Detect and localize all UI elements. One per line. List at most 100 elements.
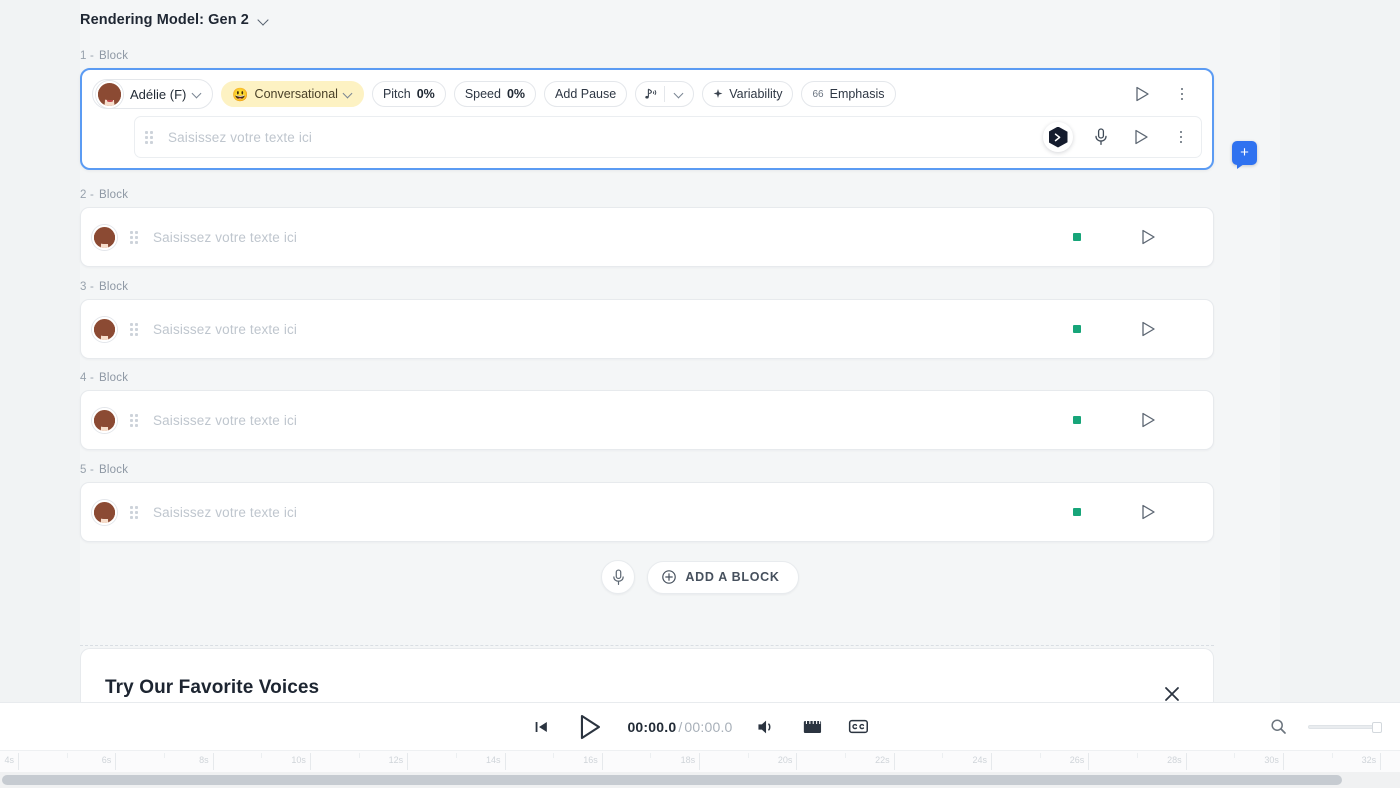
play-block-button[interactable] (1139, 411, 1157, 429)
video-preview-button[interactable] (801, 715, 825, 739)
block-4-card[interactable]: Saisissez votre texte ici (80, 390, 1214, 450)
block-2-card[interactable]: Saisissez votre texte ici (80, 207, 1214, 267)
status-badge (1073, 325, 1081, 333)
speaking-style-selector[interactable]: 😃 Conversational (221, 81, 364, 107)
ruler-label: 12s (388, 755, 404, 765)
ruler-tick (1282, 753, 1284, 770)
block-3-row[interactable]: Saisissez votre texte ici (81, 300, 1213, 358)
variability-button[interactable]: Variability (702, 81, 794, 107)
emphasis-label: Emphasis (829, 87, 885, 101)
pitch-control[interactable]: Pitch 0% (371, 81, 446, 107)
drag-handle-icon[interactable] (130, 322, 141, 336)
play-block-button[interactable] (1139, 320, 1157, 338)
block-4-text-input[interactable]: Saisissez votre texte ici (153, 413, 297, 428)
zoom-button[interactable] (1266, 715, 1290, 739)
ruler-minor-tick (747, 753, 749, 758)
add-pause-label: Add Pause (555, 87, 617, 101)
block-5-card[interactable]: Saisissez votre texte ici (80, 482, 1214, 542)
emphasis-button[interactable]: 66 Emphasis (801, 81, 896, 107)
block-5-row[interactable]: Saisissez votre texte ici (81, 483, 1213, 541)
ruler-minor-tick (66, 753, 68, 758)
block-4-row[interactable]: Saisissez votre texte ici (81, 391, 1213, 449)
block-1-text-input[interactable]: Saisissez votre texte ici (168, 130, 312, 145)
closed-captions-icon (849, 719, 869, 734)
block-2: 2 - Block Saisissez votre texte ici (80, 189, 1214, 267)
block-5-text-input[interactable]: Saisissez votre texte ici (153, 505, 297, 520)
ruler-minor-tick (942, 753, 944, 758)
drag-handle-icon[interactable] (130, 230, 141, 244)
time-display: 00:00.0/00:00.0 (627, 719, 732, 735)
ruler-tick (699, 753, 701, 770)
line-menu-button[interactable] (1169, 125, 1193, 149)
block-4-label: 4 - Block (80, 372, 129, 384)
record-voice-button[interactable] (1089, 125, 1113, 149)
block-1-label: 1 - Block (80, 50, 129, 62)
status-badge (1073, 416, 1081, 424)
play-block-button[interactable] (1139, 228, 1157, 246)
avatar (92, 224, 117, 250)
hexagon-badge-icon (1048, 126, 1068, 148)
chevron-down-icon[interactable] (344, 90, 353, 99)
play-button[interactable] (575, 712, 605, 742)
captions-button[interactable] (847, 715, 871, 739)
block-3-text-input[interactable]: Saisissez votre texte ici (153, 322, 297, 337)
pause-duration-group[interactable] (635, 81, 695, 107)
pitch-value: 0% (416, 87, 435, 101)
block-3-card[interactable]: Saisissez votre texte ici (80, 299, 1214, 359)
block-1-text-row[interactable]: Saisissez votre texte ici (134, 116, 1202, 158)
timeline-ruler[interactable]: 4s 6s 8s 10s 12s 14s 16s 18s 20s 22s 24s 26s 28s 30s 3… (0, 750, 1400, 772)
ruler-minor-tick (1039, 753, 1041, 758)
ruler-minor-tick (1234, 753, 1236, 758)
rendering-model-selector[interactable]: Rendering Model: Gen 2 (80, 12, 269, 28)
avatar (96, 80, 123, 108)
chevron-down-icon[interactable] (193, 90, 202, 99)
zoom-slider-handle[interactable] (1372, 721, 1382, 733)
add-a-block-label: ADD A BLOCK (685, 570, 780, 584)
status-badge (1073, 508, 1081, 516)
play-icon (1141, 321, 1155, 337)
speed-control[interactable]: Speed 0% (453, 81, 537, 107)
avatar (92, 499, 117, 525)
play-block-button[interactable] (1130, 82, 1154, 106)
ruler-minor-tick (1331, 753, 1333, 758)
breath-note-icon[interactable] (636, 82, 664, 106)
ruler-minor-tick (553, 753, 555, 758)
zoom-slider[interactable] (1308, 721, 1382, 733)
scrollbar-thumb[interactable] (2, 775, 1342, 785)
player-bar: 00:00.0/00:00.0 (0, 702, 1400, 750)
drag-handle-icon[interactable] (130, 505, 141, 519)
drag-handle-icon[interactable] (145, 130, 156, 144)
block-1-card[interactable]: Adélie (F) 😃 Conversational Pitch 0% Spe… (80, 68, 1214, 170)
quote-icon: 66 (812, 88, 824, 100)
record-block-button[interactable] (601, 560, 636, 594)
ruler-tick (893, 753, 895, 770)
ai-assistant-button[interactable] (1043, 122, 1073, 152)
block-2-row[interactable]: Saisissez votre texte ici (81, 208, 1213, 266)
horizontal-scrollbar[interactable] (0, 772, 1400, 788)
add-pause-button[interactable]: Add Pause (544, 81, 628, 107)
play-block-button[interactable] (1139, 503, 1157, 521)
skip-to-start-icon (535, 721, 547, 732)
speed-label: Speed (464, 87, 501, 101)
left-gutter (0, 0, 80, 745)
skip-to-start-button[interactable] (529, 715, 553, 739)
panel-divider (80, 645, 1214, 646)
more-vertical-icon (1180, 87, 1184, 101)
pause-dropdown-button[interactable] (665, 82, 693, 106)
volume-button[interactable] (755, 715, 779, 739)
voice-selector[interactable]: Adélie (F) (92, 79, 214, 109)
block-menu-button[interactable] (1170, 82, 1194, 106)
add-a-block-button[interactable]: ADD A BLOCK (647, 560, 799, 594)
magnifier-icon (1270, 719, 1286, 734)
chevron-down-icon (675, 90, 684, 99)
ruler-minor-tick (455, 753, 457, 758)
chevron-down-icon[interactable] (258, 15, 269, 26)
ruler-tick (796, 753, 798, 770)
add-comment-button[interactable]: + (1232, 141, 1257, 165)
ruler-tick (1380, 753, 1382, 770)
drag-handle-icon[interactable] (130, 413, 141, 427)
player-zoom-controls (1266, 715, 1382, 739)
microphone-icon (1095, 128, 1107, 146)
block-2-text-input[interactable]: Saisissez votre texte ici (153, 230, 297, 245)
play-line-button[interactable] (1129, 125, 1153, 149)
